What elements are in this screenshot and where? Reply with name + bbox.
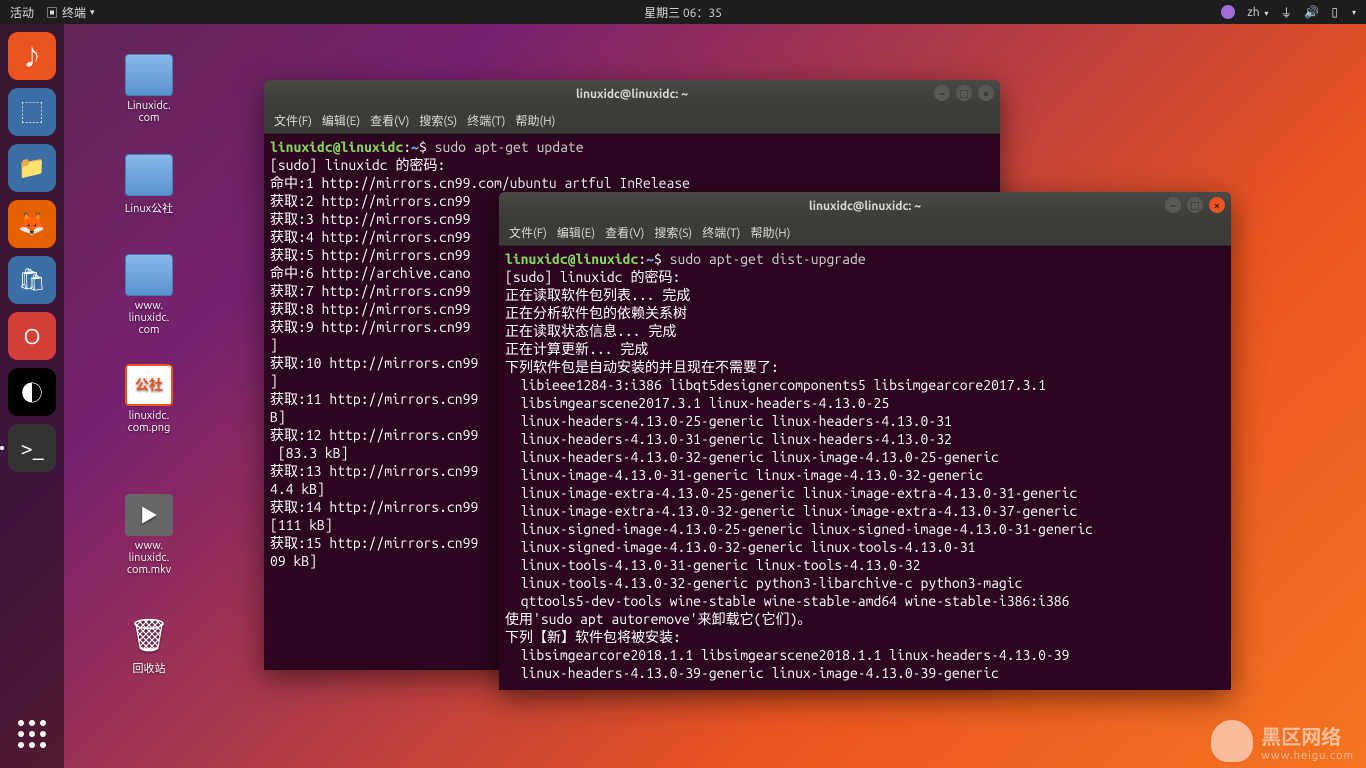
desktop-icon-label: Linux公社 bbox=[104, 200, 194, 216]
desktop: 🗑 回收站 ▶ www. linuxidc. com.mkv 公社 linuxidc. c… bbox=[64, 24, 1366, 768]
menu-item[interactable]: 文件(F) bbox=[274, 112, 312, 129]
folder-icon bbox=[125, 254, 173, 296]
window-title: linuxidc@linuxidc: ~ bbox=[809, 200, 921, 213]
network-icon[interactable]: ⏚ bbox=[1280, 4, 1292, 21]
menu-item[interactable]: 终端(T) bbox=[467, 112, 505, 129]
maximize-button[interactable]: □ bbox=[1187, 197, 1203, 213]
folder-icon bbox=[125, 154, 173, 196]
desktop-icon[interactable]: ▶ www. linuxidc. com.mkv bbox=[104, 494, 194, 576]
dock-terminal[interactable]: >_ bbox=[8, 424, 56, 472]
watermark-text: 黑区网络 bbox=[1261, 725, 1341, 748]
desktop-icon-label: www. linuxidc. com bbox=[104, 300, 194, 336]
dock-rhythmbox[interactable]: ♪ bbox=[8, 32, 56, 80]
terminal-icon: ▣ bbox=[46, 4, 58, 21]
menu-item[interactable]: 查看(V) bbox=[605, 224, 644, 241]
menu-item[interactable]: 编辑(E) bbox=[322, 112, 360, 129]
dock-software[interactable]: 🛍 bbox=[8, 256, 56, 304]
chevron-down-icon: ▾ bbox=[90, 7, 95, 18]
menubar: 文件(F) 编辑(E) 查看(V) 搜索(S) 终端(T) 帮助(H) bbox=[264, 108, 1000, 134]
desktop-icon-label: Linuxidc. com bbox=[104, 100, 194, 124]
desktop-icon[interactable]: Linuxidc. com bbox=[104, 54, 194, 124]
desktop-icon[interactable]: 公社 linuxidc. com.png bbox=[104, 364, 194, 434]
activities-button[interactable]: 活动 bbox=[10, 4, 34, 21]
dock-screenshot[interactable]: ⬚ bbox=[8, 88, 56, 136]
apps-grid-icon bbox=[18, 720, 46, 748]
menubar: 文件(F) 编辑(E) 查看(V) 搜索(S) 终端(T) 帮助(H) bbox=[499, 220, 1231, 246]
watermark-logo-icon bbox=[1211, 720, 1253, 762]
power-menu[interactable]: ▾ bbox=[1352, 8, 1356, 17]
window-title: linuxidc@linuxidc: ~ bbox=[576, 88, 688, 101]
watermark-sub: www.heigu.com bbox=[1261, 750, 1354, 762]
dock-firefox[interactable]: 🦊 bbox=[8, 200, 56, 248]
terminal-output[interactable]: linuxidc@linuxidc:~$ sudo apt-get dist-u… bbox=[499, 246, 1231, 690]
folder-icon bbox=[125, 54, 173, 96]
clock[interactable]: 星期三 06：35 bbox=[644, 4, 722, 21]
titlebar[interactable]: linuxidc@linuxidc: ~ – □ × bbox=[264, 80, 1000, 108]
menu-item[interactable]: 搜索(S) bbox=[419, 112, 457, 129]
terminal-window-2[interactable]: linuxidc@linuxidc: ~ – □ × 文件(F) 编辑(E) 查看(… bbox=[499, 192, 1231, 690]
trash-icon: 🗑 bbox=[125, 614, 173, 656]
maximize-button[interactable]: □ bbox=[956, 85, 972, 101]
desktop-icon[interactable]: Linux公社 bbox=[104, 154, 194, 216]
volume-icon[interactable]: 🔊 bbox=[1304, 5, 1319, 19]
minimize-button[interactable]: – bbox=[934, 85, 950, 101]
app-menu[interactable]: ▣ 终端 ▾ bbox=[46, 4, 95, 21]
dock-opera[interactable]: O bbox=[8, 312, 56, 360]
show-apps-button[interactable] bbox=[8, 710, 56, 758]
dock-files[interactable]: 📁 bbox=[8, 144, 56, 192]
top-bar: 活动 ▣ 终端 ▾ 星期三 06：35 zh ▾ ⏚ 🔊 ▯ ▾ bbox=[0, 0, 1366, 24]
menu-item[interactable]: 文件(F) bbox=[509, 224, 547, 241]
menu-item[interactable]: 帮助(H) bbox=[515, 112, 555, 129]
close-button[interactable]: × bbox=[1209, 197, 1225, 213]
input-method[interactable]: zh ▾ bbox=[1247, 6, 1268, 19]
app-menu-label: 终端 bbox=[62, 4, 86, 21]
menu-item[interactable]: 帮助(H) bbox=[750, 224, 790, 241]
dock-colors[interactable]: ◐ bbox=[8, 368, 56, 416]
watermark: 黑区网络 www.heigu.com bbox=[1211, 720, 1354, 762]
indicator-icon[interactable] bbox=[1221, 5, 1235, 19]
desktop-icon-label: 回收站 bbox=[104, 660, 194, 676]
image-file-icon: 公社 bbox=[125, 364, 173, 406]
close-button[interactable]: × bbox=[978, 85, 994, 101]
menu-item[interactable]: 终端(T) bbox=[702, 224, 740, 241]
desktop-icon-label: www. linuxidc. com.mkv bbox=[104, 540, 194, 576]
desktop-icon[interactable]: 🗑 回收站 bbox=[104, 614, 194, 676]
titlebar[interactable]: linuxidc@linuxidc: ~ – □ × bbox=[499, 192, 1231, 220]
dock: ♪ ⬚ 📁 🦊 🛍 O ◐ >_ bbox=[0, 24, 64, 768]
desktop-icon-label: linuxidc. com.png bbox=[104, 410, 194, 434]
menu-item[interactable]: 搜索(S) bbox=[654, 224, 692, 241]
desktop-icon[interactable]: www. linuxidc. com bbox=[104, 254, 194, 336]
video-file-icon: ▶ bbox=[125, 494, 173, 536]
menu-item[interactable]: 编辑(E) bbox=[557, 224, 595, 241]
battery-icon[interactable]: ▯ bbox=[1331, 5, 1338, 19]
minimize-button[interactable]: – bbox=[1165, 197, 1181, 213]
menu-item[interactable]: 查看(V) bbox=[370, 112, 409, 129]
